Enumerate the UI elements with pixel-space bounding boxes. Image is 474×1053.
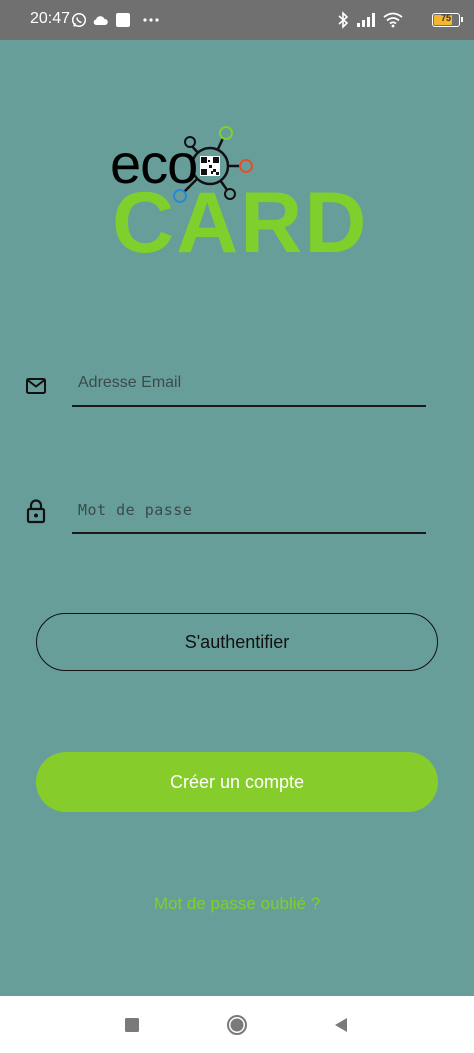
email-underline (72, 405, 426, 407)
create-account-button-label: Créer un compte (169, 771, 305, 792)
recent-apps-icon[interactable] (119, 1012, 145, 1038)
more-icon (142, 10, 160, 30)
square-app-icon (115, 10, 131, 30)
battery-level: 75 (440, 13, 451, 23)
login-button-label: S'authentifier (184, 631, 290, 652)
email-input[interactable] (72, 363, 426, 403)
password-input[interactable] (72, 490, 426, 530)
lock-icon (25, 498, 47, 524)
back-icon[interactable] (328, 1012, 354, 1038)
signal-icon (356, 10, 378, 30)
create-account-button[interactable]: Créer un compte (36, 752, 438, 812)
forgot-password-link[interactable]: Mot de passe oublié ? (0, 894, 474, 914)
mail-icon (25, 375, 47, 397)
wifi-icon (383, 10, 403, 30)
whatsapp-icon (71, 10, 87, 30)
qr-code-icon (200, 156, 220, 176)
logo-card-text: CARD (112, 175, 369, 271)
cloud-icon (92, 10, 108, 30)
status-bar: 20:47 75 (0, 0, 474, 40)
battery-icon: 75 (432, 13, 463, 27)
home-icon[interactable] (224, 1012, 250, 1038)
status-time: 20:47 (30, 10, 71, 27)
login-button[interactable]: S'authentifier (36, 613, 438, 671)
email-field (0, 361, 474, 421)
bluetooth-icon (337, 10, 349, 30)
password-underline (72, 532, 426, 534)
navigation-bar (0, 996, 474, 1053)
eco-card-logo: eco CARD (110, 124, 370, 271)
password-field (0, 488, 474, 548)
